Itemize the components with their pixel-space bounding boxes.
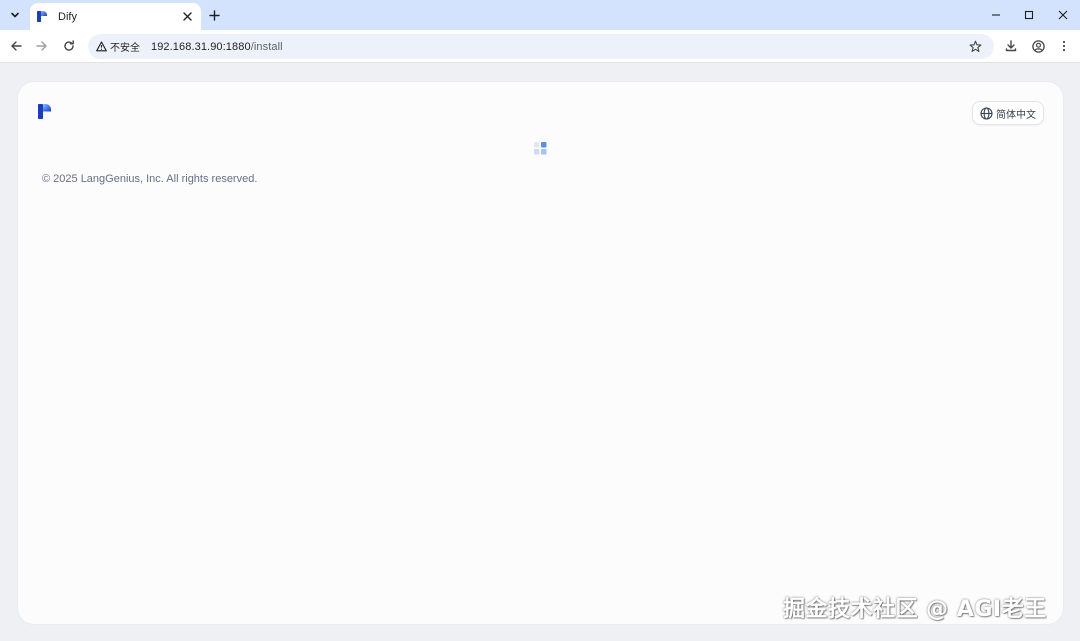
url-host: 192.168.31.90:1880 — [151, 40, 251, 53]
reload-icon — [64, 40, 74, 51]
plus-icon — [208, 9, 220, 21]
page-viewport: 简体中文 © 2025 LangGenius, Inc. All rights … — [0, 64, 1080, 641]
close-icon — [182, 12, 192, 21]
browser-menu-button[interactable] — [1054, 36, 1074, 56]
tab-close-button[interactable] — [179, 9, 195, 25]
bookmark-button[interactable] — [966, 37, 984, 55]
close-icon — [1058, 10, 1068, 20]
address-bar[interactable]: 不安全 192.168.31.90:1880/install — [88, 34, 994, 59]
tab-title: Dify — [58, 10, 77, 23]
browser-tab[interactable]: Dify — [30, 3, 201, 30]
browser-tabstrip: Dify — [0, 0, 1080, 30]
star-icon — [969, 40, 981, 52]
new-tab-button[interactable] — [205, 6, 223, 24]
language-select-button[interactable]: 简体中文 — [972, 101, 1044, 125]
copyright-text: © 2025 LangGenius, Inc. All rights reser… — [42, 173, 258, 185]
loading-icon — [534, 142, 547, 155]
download-icon — [1005, 40, 1017, 52]
downloads-button[interactable] — [1001, 36, 1021, 56]
browser-toolbar: 不安全 192.168.31.90:1880/install — [0, 30, 1080, 63]
arrow-right-icon — [36, 41, 47, 51]
security-indicator[interactable]: 不安全 — [94, 37, 145, 56]
chevron-down-icon — [11, 12, 19, 18]
watermark-text: 掘金技术社区 @ AGI老王 — [783, 597, 1047, 622]
close-window-button[interactable] — [1052, 5, 1074, 25]
tab-search-button[interactable] — [5, 5, 25, 25]
language-label: 简体中文 — [996, 109, 1036, 121]
warning-icon — [96, 41, 107, 52]
security-label: 不安全 — [110, 43, 140, 54]
reload-button[interactable] — [59, 36, 79, 56]
install-card: 简体中文 © 2025 LangGenius, Inc. All rights … — [18, 82, 1063, 624]
profile-icon — [1031, 39, 1045, 53]
url-path: /install — [250, 40, 283, 53]
more-vertical-icon — [1062, 40, 1066, 52]
minimize-window-button[interactable] — [985, 5, 1007, 25]
maximize-icon — [1024, 10, 1034, 20]
arrow-left-icon — [11, 41, 22, 51]
globe-icon — [980, 106, 993, 120]
back-button[interactable] — [6, 36, 26, 56]
forward-button[interactable] — [32, 36, 52, 56]
maximize-window-button[interactable] — [1018, 5, 1040, 25]
minimize-icon — [992, 14, 1000, 16]
profile-button[interactable] — [1028, 36, 1048, 56]
dify-logo — [37, 103, 52, 120]
dify-favicon-icon — [36, 10, 48, 23]
url-text[interactable]: 192.168.31.90:1880/install — [151, 41, 283, 53]
